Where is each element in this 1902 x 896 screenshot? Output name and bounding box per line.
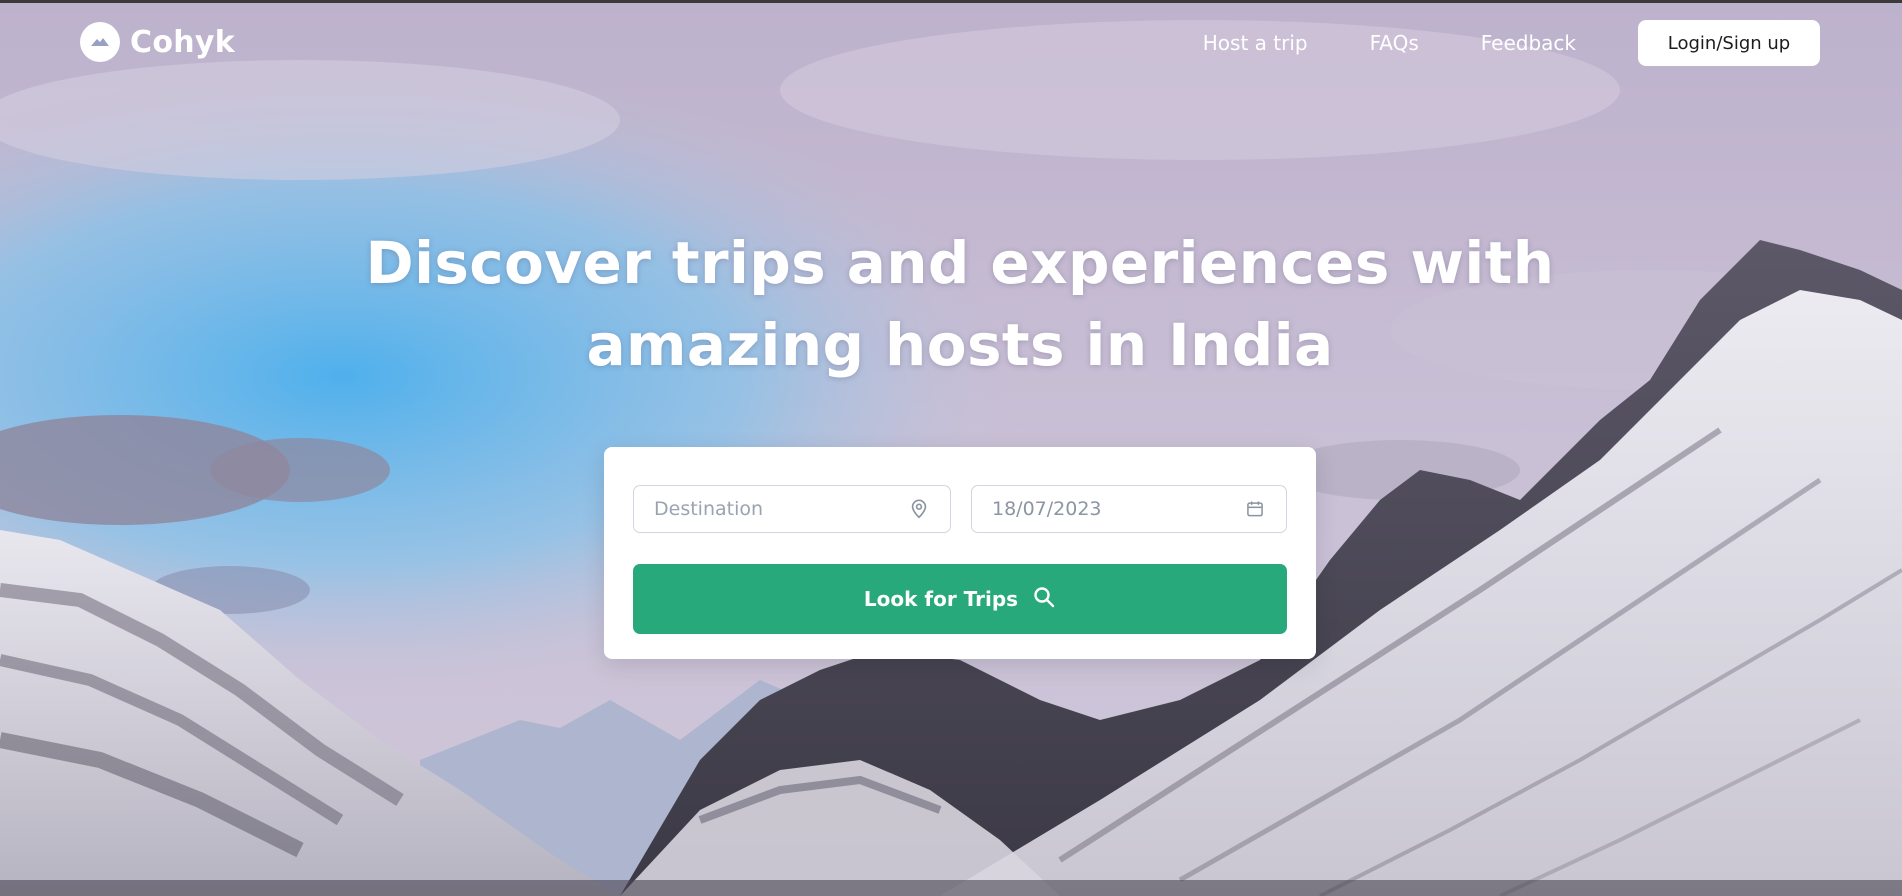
look-for-trips-button[interactable]: Look for Trips bbox=[633, 564, 1287, 634]
destination-field[interactable] bbox=[633, 485, 951, 533]
location-pin-icon[interactable] bbox=[908, 498, 930, 520]
brand-name: Cohyk bbox=[130, 24, 235, 60]
brand-logo[interactable]: Cohyk bbox=[80, 22, 235, 62]
date-field[interactable] bbox=[971, 485, 1287, 533]
trip-search-card: Look for Trips bbox=[604, 447, 1316, 659]
nav-link-feedback[interactable]: Feedback bbox=[1481, 31, 1576, 55]
nav-link-host-a-trip[interactable]: Host a trip bbox=[1203, 31, 1308, 55]
date-input[interactable] bbox=[972, 498, 1244, 520]
hero-section: Cohyk Host a trip FAQs Feedback Login/Si… bbox=[0, 0, 1902, 896]
main-nav: Host a trip FAQs Feedback Login/Sign up bbox=[1141, 20, 1820, 66]
hero-headline-line-1: Discover trips and experiences with bbox=[365, 229, 1555, 297]
search-icon bbox=[1032, 585, 1056, 614]
window-top-border bbox=[0, 0, 1902, 3]
look-for-trips-label: Look for Trips bbox=[863, 587, 1019, 611]
calendar-icon[interactable] bbox=[1244, 498, 1266, 520]
login-signup-button[interactable]: Login/Sign up bbox=[1638, 20, 1820, 66]
nav-link-faqs[interactable]: FAQs bbox=[1370, 31, 1419, 55]
hero-headline: Discover trips and experiences with amaz… bbox=[300, 222, 1620, 386]
mountain-icon bbox=[80, 22, 120, 62]
destination-input[interactable] bbox=[634, 498, 908, 520]
hero-headline-line-2: amazing hosts in India bbox=[586, 311, 1334, 379]
